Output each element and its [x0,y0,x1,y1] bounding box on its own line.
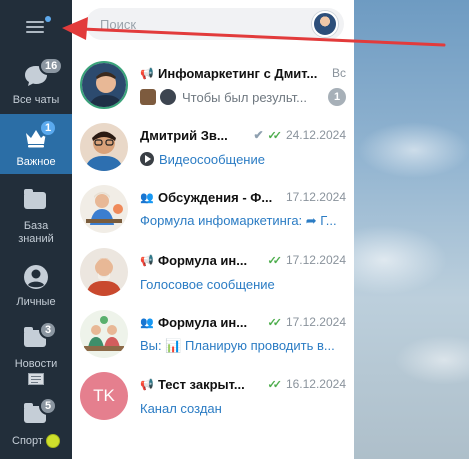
avatar [80,61,128,109]
folder-icon: 3 [23,321,58,352]
video-message-icon [140,152,154,166]
folder-news[interactable]: 3 Новости [0,316,72,386]
chat-preview: Канал создан [140,400,222,416]
chat-preview: Видеосообщение [159,151,265,167]
unread-badge: 5 [39,397,58,415]
folder-all-chats[interactable]: 16 Все чаты [0,52,72,112]
chat-title: Формула ин... [158,252,248,268]
unread-badge: 1 [39,119,58,137]
megaphone-icon: 📢 [140,254,154,267]
folder-icon: 5 [23,397,58,428]
group-icon: 👥 [140,316,154,329]
tennis-ball-icon [45,434,60,448]
notification-dot [45,16,51,22]
verified-check-icon: ✔ [253,128,264,142]
unread-badge: 16 [39,57,64,75]
chat-list-panel: Поиск 📢 Инфомаркетинг с Дмит... Вс Чтобы… [72,0,354,459]
main-menu-button[interactable] [0,0,72,52]
unread-badge: 1 [328,88,346,106]
chat-item[interactable]: Дмитрий Зв... ✔ ✓✓ 24.12.2024 Видеосообщ… [72,117,354,180]
megaphone-icon: 📢 [140,67,154,80]
avatar [80,123,128,171]
chat-item[interactable]: 👥 Обсуждения - Ф... 17.12.2024 Формула и… [72,179,354,242]
folder-label: Новости [14,358,58,370]
read-ticks-icon: ✓✓ [267,129,283,142]
chat-preview: Чтобы был результ... [182,89,307,105]
sender-avatar [140,89,156,105]
avatar: TK [80,372,128,420]
crown-icon: 1 [23,119,58,150]
folder-label: Личные [16,296,56,308]
chat-title: Инфомаркетинг с Дмит... [158,65,318,81]
chat-date: 17.12.2024 [285,190,346,204]
folder-knowledge-base[interactable]: База знаний [0,178,72,246]
folder-label: Спорт [12,434,43,447]
chat-preview: Вы: 📊 Планирую проводить в... [140,338,335,353]
chat-date: 16.12.2024 [285,377,346,391]
folder-label: Все чаты [12,94,60,106]
avatar [80,248,128,296]
chat-item[interactable]: 👥 Формула ин... ✓✓ 17.12.2024 Вы: 📊 План… [72,304,354,367]
folder-personal[interactable]: Личные [0,254,72,314]
chat-preview: Голосовое сообщение [140,276,275,292]
chat-item[interactable]: 📢 Инфомаркетинг с Дмит... Вс Чтобы был р… [72,55,354,118]
group-icon: 👥 [140,191,154,204]
read-ticks-icon: ✓✓ [267,316,283,329]
search-placeholder: Поиск [100,16,137,32]
folder-icon [23,188,49,214]
chat-title: Дмитрий Зв... [140,127,228,143]
sender-avatar [160,89,176,105]
chat-title: Обсуждения - Ф... [158,189,273,205]
read-ticks-icon: ✓✓ [267,254,283,267]
hamburger-menu-icon [26,16,51,33]
chat-date: 17.12.2024 [285,253,346,267]
chat-date: Вс [331,66,346,80]
unread-badge: 3 [39,321,58,339]
account-avatar[interactable] [312,11,338,37]
folder-label: База знаний [18,220,54,245]
folder-sidebar: 16 Все чаты 1 Важное База знаний Личные … [0,0,72,459]
read-ticks-icon: ✓✓ [267,378,283,391]
user-icon [23,264,49,290]
megaphone-icon: 📢 [140,378,154,391]
folder-sport[interactable]: 5 Спорт [0,392,72,452]
chat-title: Формула ин... [158,314,248,330]
chat-preview: Формула инфомаркетинга: ➦ Г... [140,213,337,228]
avatar [80,185,128,233]
avatar [80,310,128,358]
chat-item[interactable]: 📢 Формула ин... ✓✓ 17.12.2024 Голосовое … [72,242,354,305]
chat-title: Тест закрыт... [158,376,245,392]
chat-item[interactable]: TK 📢 Тест закрыт... ✓✓ 16.12.2024 Канал … [72,366,354,429]
newspaper-icon [28,373,44,385]
chat-date: 24.12.2024 [285,128,346,142]
chat-date: 17.12.2024 [285,315,346,329]
folder-important[interactable]: 1 Важное [0,114,72,174]
sky-background [354,0,469,459]
chat-bubble-icon: 16 [23,57,64,88]
folder-label: Важное [16,156,56,168]
avatar-initials: TK [93,386,115,405]
search-input[interactable]: Поиск [86,8,344,40]
